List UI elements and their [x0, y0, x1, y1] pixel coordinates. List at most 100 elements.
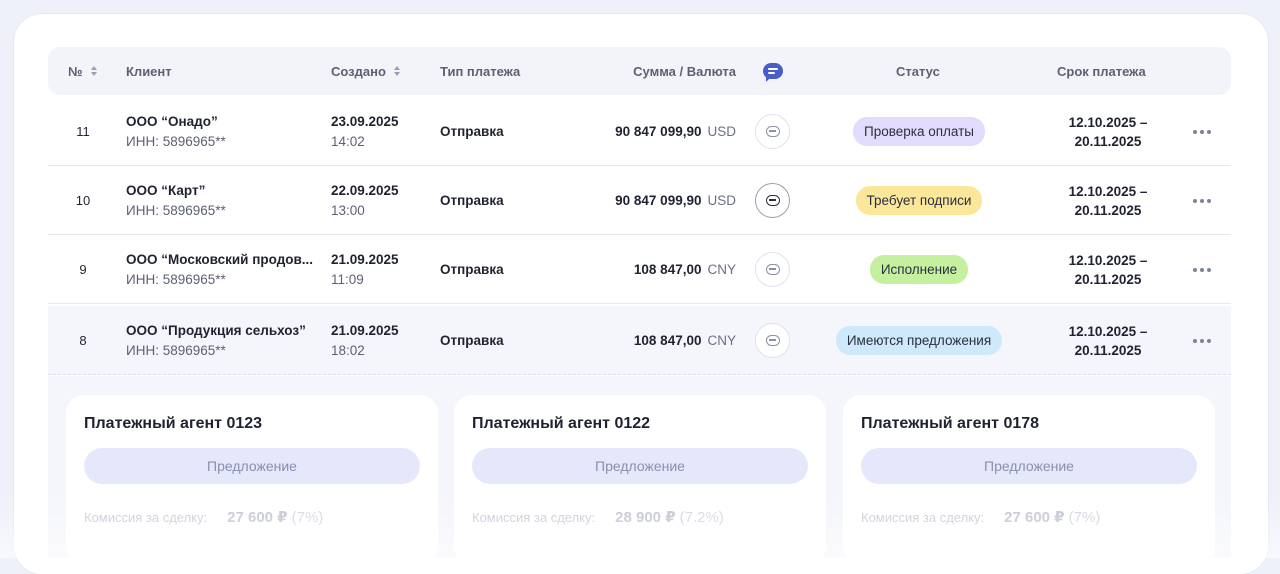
header-amount: Сумма / Валюта: [633, 47, 736, 95]
header-client-label: Клиент: [126, 64, 172, 79]
table-row[interactable]: 9 ООО “Московский продов... ИНН: 5896965…: [48, 235, 1231, 304]
header-num-label: №: [68, 64, 83, 79]
fee-value: 27 600 ₽: [227, 509, 287, 526]
due-from: 12.10.2025 –: [1069, 324, 1148, 339]
created-date: 21.09.2025: [331, 323, 399, 338]
offer-button[interactable]: Предложение: [472, 448, 808, 484]
offer-button[interactable]: Предложение: [84, 448, 420, 484]
header-payment-type: Тип платежа: [440, 47, 520, 95]
due-to: 20.11.2025: [1075, 272, 1142, 287]
client-inn: ИНН: 5896965**: [126, 203, 226, 218]
row-client: ООО “Онадо” ИНН: 5896965**: [126, 97, 326, 166]
header-comments: [763, 47, 783, 95]
comment-button[interactable]: [755, 114, 790, 149]
agent-title: Платежный агент 0122: [472, 415, 650, 433]
fee-percent: (7.2%): [680, 509, 724, 526]
row-due: 12.10.2025 – 20.11.2025: [1053, 235, 1163, 304]
header-created-label: Создано: [331, 64, 386, 79]
header-status: Статус: [896, 47, 940, 95]
comment-button[interactable]: [755, 323, 790, 358]
client-inn: ИНН: 5896965**: [126, 272, 226, 287]
status-badge: Требует подписи: [856, 186, 983, 215]
row-payment-type: Отправка: [440, 235, 504, 304]
due-from: 12.10.2025 –: [1069, 115, 1148, 130]
header-client: Клиент: [126, 47, 172, 95]
status-badge: Проверка оплаты: [853, 117, 985, 146]
fee-label: Комиссия за сделку:: [84, 510, 207, 525]
more-icon[interactable]: [1190, 97, 1214, 166]
offer-button[interactable]: Предложение: [861, 448, 1197, 484]
agent-card: Платежный агент 0178 Предложение Комисси…: [843, 395, 1215, 565]
agent-fee: Комиссия за сделку: 27 600 ₽(7%): [84, 508, 323, 527]
created-time: 14:02: [331, 134, 365, 149]
fee-value: 27 600 ₽: [1004, 509, 1064, 526]
row-num: 8: [48, 306, 118, 375]
header-status-label: Статус: [896, 64, 940, 79]
fee-percent: (7%): [1069, 509, 1101, 526]
created-date: 23.09.2025: [331, 114, 399, 129]
row-status: Проверка оплаты: [788, 97, 1050, 166]
header-num[interactable]: №: [68, 47, 97, 95]
row-status: Требует подписи: [788, 166, 1050, 235]
comment-button[interactable]: [755, 183, 790, 218]
more-icon[interactable]: [1190, 166, 1214, 235]
offers-panel: Платежный агент 0123 Предложение Комисси…: [48, 376, 1231, 558]
amount-currency: USD: [707, 124, 736, 139]
header-created[interactable]: Создано: [331, 47, 400, 95]
row-created: 22.09.2025 13:00: [331, 166, 399, 235]
agent-fee: Комиссия за сделку: 27 600 ₽ (7%): [861, 508, 1100, 527]
row-created: 21.09.2025 11:09: [331, 235, 399, 304]
amount-currency: CNY: [707, 262, 736, 277]
chat-icon: [763, 63, 783, 79]
header-due: Срок платежа: [1057, 47, 1146, 95]
amount-value: 90 847 099,90: [615, 193, 701, 208]
table-header: № Клиент Создано Тип платежа Сумма / Вал…: [48, 47, 1231, 95]
row-client: ООО “Продукция сельхоз” ИНН: 5896965**: [126, 306, 326, 375]
agent-card: Платежный агент 0123 Предложение Комисси…: [66, 395, 438, 565]
row-payment-type: Отправка: [440, 97, 504, 166]
sort-icon[interactable]: [394, 66, 400, 76]
row-num: 11: [48, 97, 118, 166]
agent-card: Платежный агент 0122 Предложение Комисси…: [454, 395, 826, 565]
table-row[interactable]: 10 ООО “Карт” ИНН: 5896965** 22.09.2025 …: [48, 166, 1231, 235]
amount-currency: USD: [707, 193, 736, 208]
comment-icon: [766, 335, 780, 346]
more-icon[interactable]: [1190, 306, 1214, 375]
row-client: ООО “Московский продов... ИНН: 5896965**: [126, 235, 326, 304]
agent-fee: Комиссия за сделку: 28 900 ₽(7.2%): [472, 508, 724, 527]
created-time: 11:09: [331, 272, 364, 287]
comment-button[interactable]: [755, 252, 790, 287]
row-amount: 108 847,00 CNY: [634, 306, 736, 375]
row-status: Имеются предложения: [788, 306, 1050, 375]
due-from: 12.10.2025 –: [1069, 184, 1148, 199]
client-name: ООО “Онадо”: [126, 114, 218, 129]
table-row[interactable]: 11 ООО “Онадо” ИНН: 5896965** 23.09.2025…: [48, 97, 1231, 166]
status-badge: Имеются предложения: [836, 326, 1002, 355]
row-status: Исполнение: [788, 235, 1050, 304]
row-created: 21.09.2025 18:02: [331, 306, 399, 375]
sort-icon[interactable]: [91, 66, 97, 76]
more-icon[interactable]: [1190, 235, 1214, 304]
header-due-label: Срок платежа: [1057, 64, 1146, 79]
amount-currency: CNY: [707, 333, 736, 348]
amount-value: 108 847,00: [634, 333, 702, 348]
client-name: ООО “Карт”: [126, 183, 205, 198]
amount-value: 90 847 099,90: [615, 124, 701, 139]
header-payment-type-label: Тип платежа: [440, 64, 520, 79]
row-due: 12.10.2025 – 20.11.2025: [1053, 97, 1163, 166]
due-to: 20.11.2025: [1075, 134, 1142, 149]
due-to: 20.11.2025: [1075, 343, 1142, 358]
fee-value: 28 900 ₽: [615, 509, 675, 526]
agent-title: Платежный агент 0178: [861, 415, 1039, 433]
client-name: ООО “Продукция сельхоз”: [126, 323, 306, 338]
due-to: 20.11.2025: [1075, 203, 1142, 218]
created-time: 18:02: [331, 343, 365, 358]
amount-value: 108 847,00: [634, 262, 702, 277]
fee-label: Комиссия за сделку:: [861, 510, 984, 525]
row-amount: 90 847 099,90 USD: [615, 166, 736, 235]
client-inn: ИНН: 5896965**: [126, 343, 226, 358]
row-created: 23.09.2025 14:02: [331, 97, 399, 166]
row-due: 12.10.2025 – 20.11.2025: [1053, 166, 1163, 235]
row-num: 9: [48, 235, 118, 304]
table-row-expanded[interactable]: 8 ООО “Продукция сельхоз” ИНН: 5896965**…: [48, 306, 1231, 375]
